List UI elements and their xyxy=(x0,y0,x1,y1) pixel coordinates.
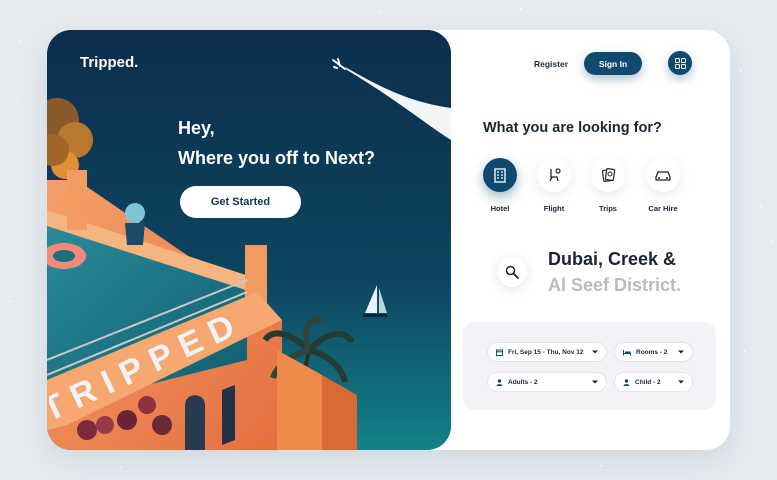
chevron-down-icon xyxy=(678,350,684,354)
date-range-select[interactable]: Fri, Sep 15 - Thu, Nov 12 xyxy=(487,342,607,362)
sign-in-button[interactable]: Sign In xyxy=(584,52,642,75)
main-card: Tripped. Hey, Where you off to Next? Get… xyxy=(47,30,730,450)
category-label: Hotel xyxy=(490,204,510,213)
passport-icon xyxy=(601,168,616,182)
child-value: Child - 2 xyxy=(635,378,661,386)
greeting-hey: Hey, xyxy=(178,118,215,138)
person-icon xyxy=(496,378,503,386)
brand-logo[interactable]: Tripped. xyxy=(80,54,138,71)
child-select[interactable]: Child - 2 xyxy=(614,372,693,392)
search-icon xyxy=(505,265,519,279)
category-hotel[interactable]: Hotel xyxy=(470,158,530,213)
get-started-button[interactable]: Get Started xyxy=(180,186,301,218)
adults-select[interactable]: Adults - 2 xyxy=(487,372,607,392)
category-label: Flight xyxy=(543,204,565,213)
location-subtitle: Al Seef District. xyxy=(548,275,682,295)
chevron-down-icon xyxy=(592,350,598,354)
search-heading: What you are looking for? xyxy=(483,120,662,136)
tripped-sign-text: TRIPPED xyxy=(49,303,249,429)
category-flight[interactable]: Flight xyxy=(524,158,584,213)
bed-icon xyxy=(623,349,631,355)
adults-value: Adults - 2 xyxy=(508,378,538,386)
seat-icon xyxy=(549,168,561,182)
rooms-value: Rooms - 2 xyxy=(636,348,668,356)
tripped-sign: TRIPPED xyxy=(49,303,249,429)
calendar-icon xyxy=(496,349,503,356)
menu-button[interactable] xyxy=(668,51,692,75)
rooms-select[interactable]: Rooms - 2 xyxy=(614,342,693,362)
chevron-down-icon xyxy=(592,380,598,384)
greeting-question: Where you off to Next? xyxy=(178,148,375,168)
hero-panel: Tripped. Hey, Where you off to Next? Get… xyxy=(47,30,451,450)
date-range-value: Fri, Sep 15 - Thu, Nov 12 xyxy=(508,348,584,356)
category-trips[interactable]: Trips xyxy=(578,158,638,213)
car-icon xyxy=(655,171,671,181)
person-icon xyxy=(623,378,630,386)
category-label: Car Hire xyxy=(648,204,678,213)
category-car-hire[interactable]: Car Hire xyxy=(633,158,693,213)
register-link[interactable]: Register xyxy=(534,59,568,69)
location-title: Dubai, Creek & xyxy=(548,249,677,269)
grid-icon xyxy=(674,57,686,69)
chevron-down-icon xyxy=(678,380,684,384)
category-label: Trips xyxy=(599,204,617,213)
airplane-icon xyxy=(332,58,346,70)
location-search-button[interactable] xyxy=(497,257,527,287)
hotel-icon xyxy=(494,168,506,183)
booking-filters-panel: Fri, Sep 15 - Thu, Nov 12 Rooms - 2 Adul… xyxy=(463,322,716,410)
